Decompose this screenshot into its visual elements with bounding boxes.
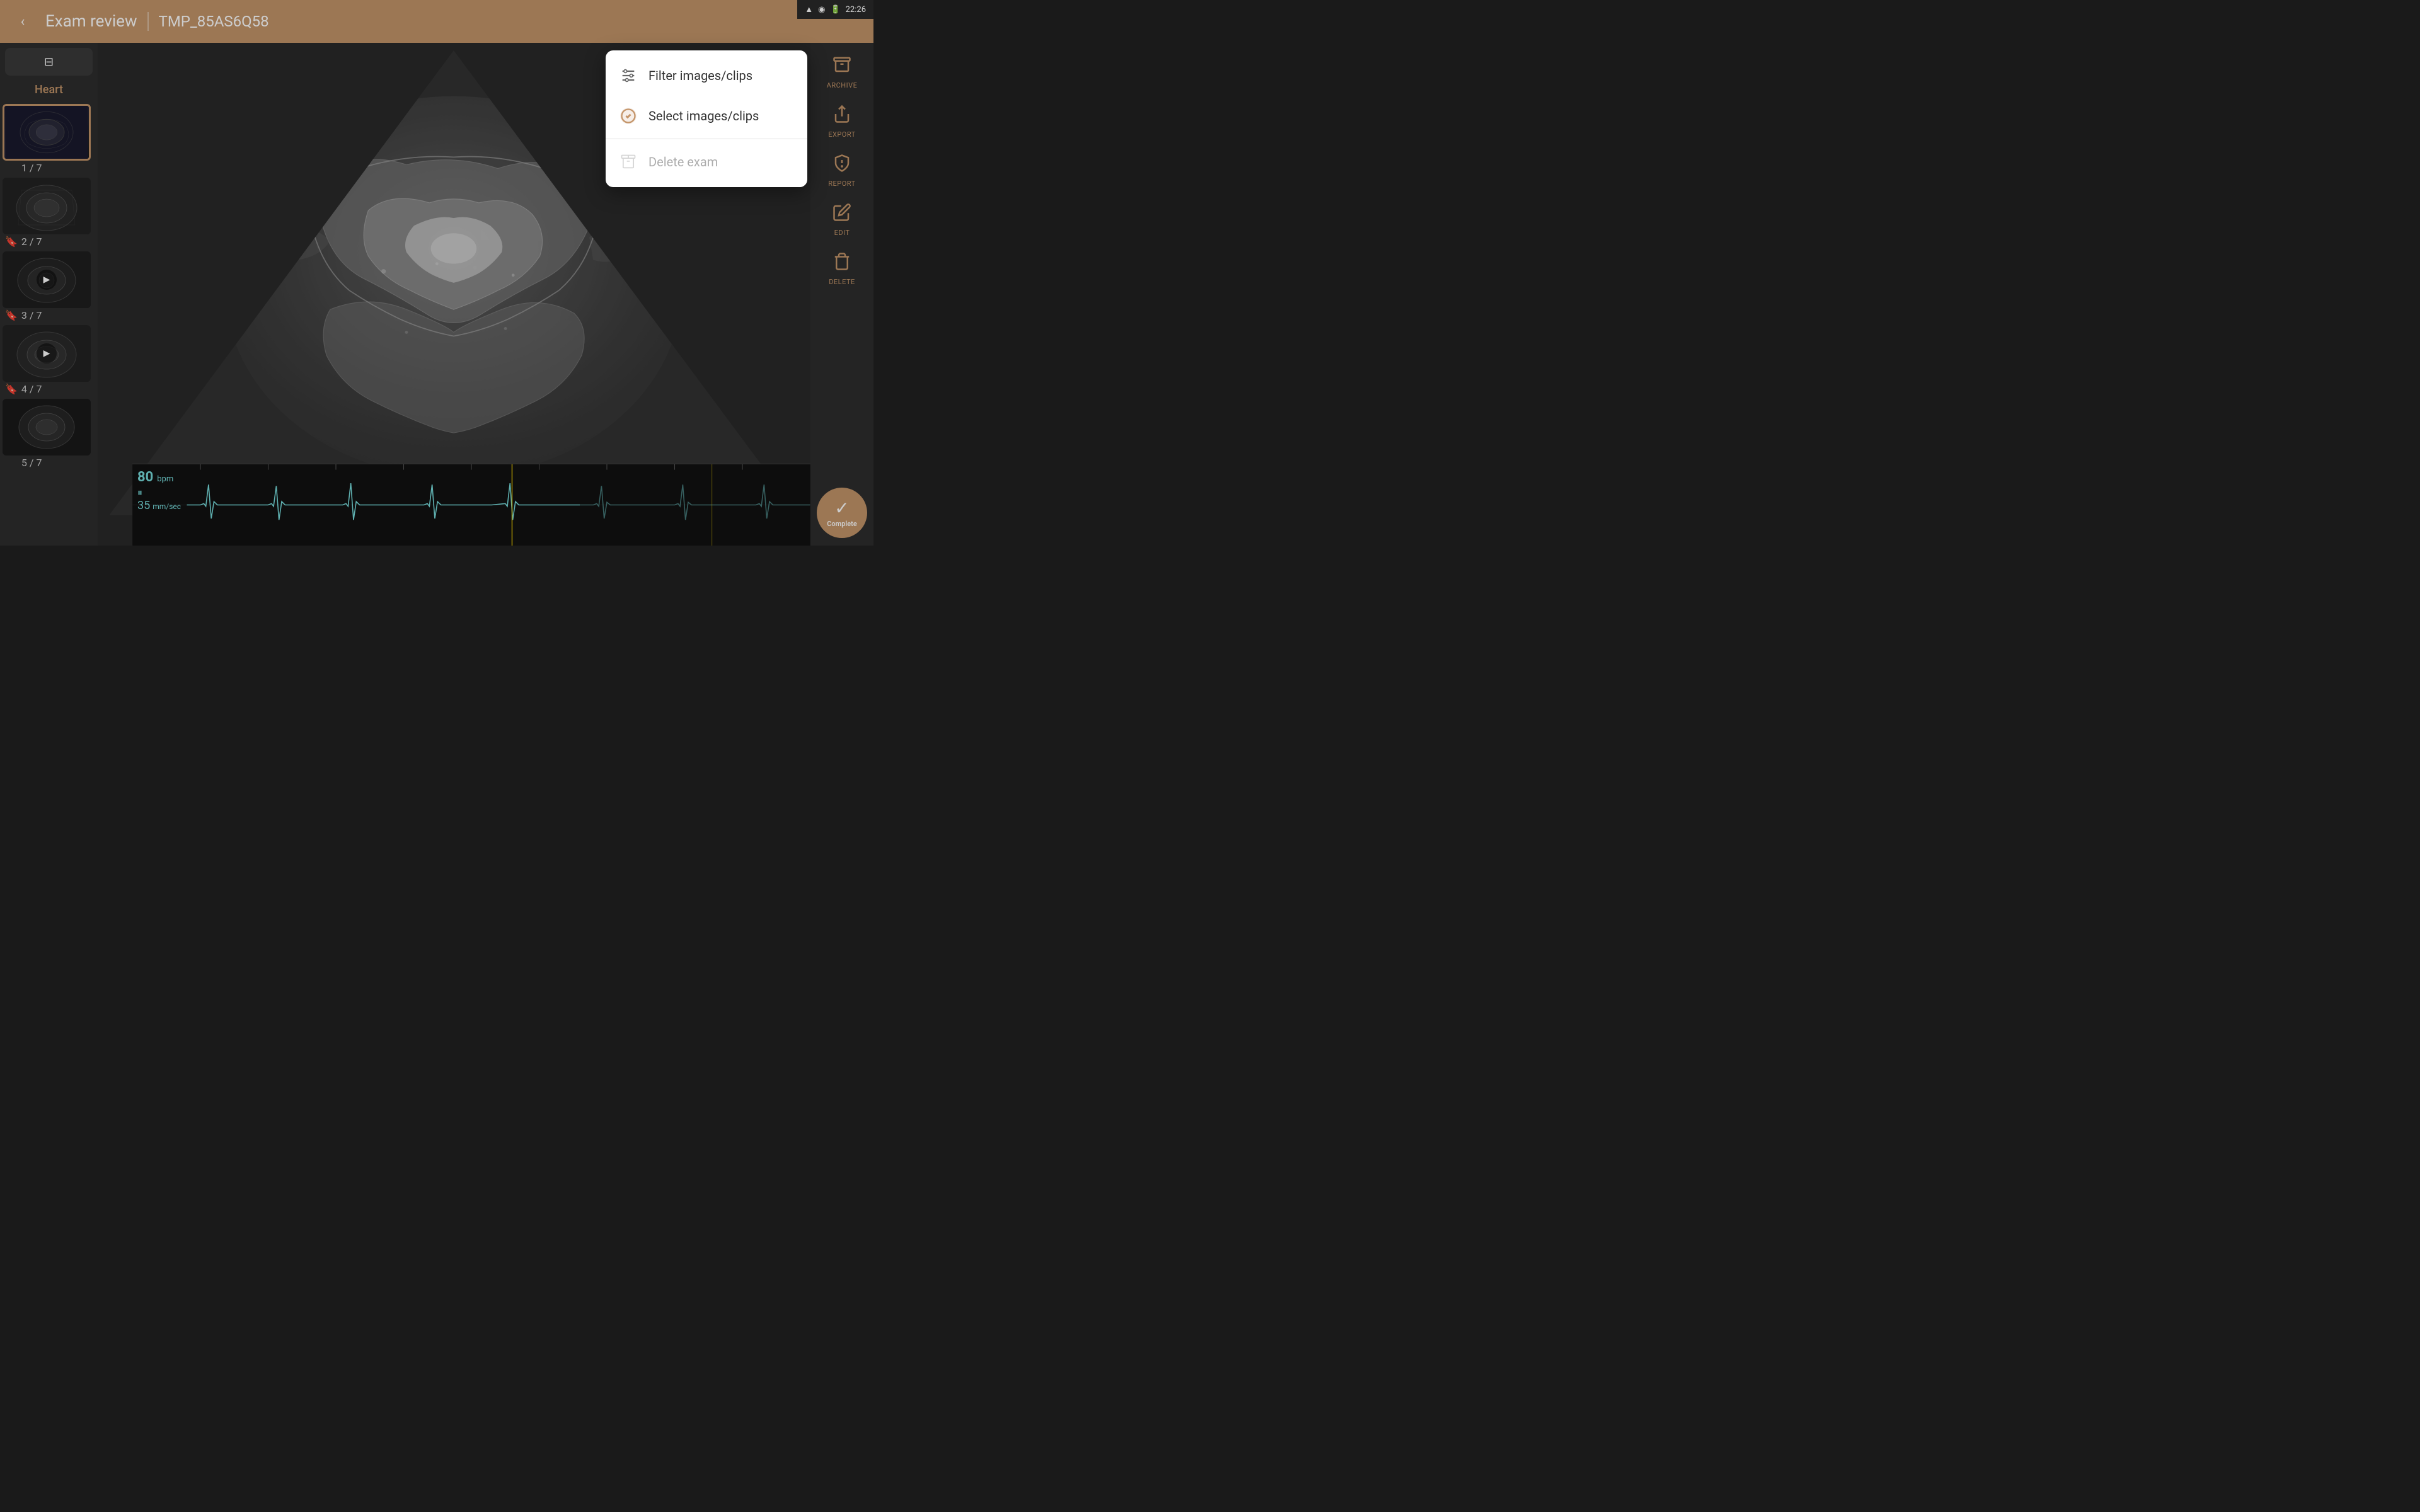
archive-action[interactable]: ARCHIVE <box>824 50 860 94</box>
thumbnail-image-5 <box>3 399 91 455</box>
thumbnail-counter-4: 🔖 4 / 7 <box>3 382 95 396</box>
patient-id: TMP_85AS6Q58 <box>159 13 269 30</box>
archive-icon <box>833 55 851 79</box>
thumbnail-item-3[interactable]: ▶ 🔖 3 / 7 <box>3 251 95 323</box>
report-action[interactable]: REPORT <box>826 149 858 193</box>
battery-icon: 🔋 <box>830 5 840 14</box>
header: ‹ Exam review TMP_85AS6Q58 <box>0 0 873 43</box>
bpm-unit: bpm <box>157 474 173 484</box>
thumbnail-image-1 <box>3 104 91 161</box>
complete-button[interactable]: ✓ Complete <box>817 488 867 538</box>
filter-button[interactable]: ⊟ <box>5 48 93 76</box>
thumbnail-counter-2: 🔖 2 / 7 <box>3 234 95 249</box>
bookmark-icon-4: 🔖 <box>5 383 18 395</box>
thumbnail-item-4[interactable]: ▶ 🔖 4 / 7 <box>3 325 95 396</box>
export-icon <box>833 105 851 128</box>
play-icon-4: ▶ <box>37 343 57 364</box>
section-label: Heart <box>0 81 98 101</box>
waveform-area: 80 bpm ⏸ 35 mm/sec <box>132 464 810 546</box>
thumbnail-image-3: ▶ <box>3 251 91 308</box>
thumbnail-item-1[interactable]: 🔖 1 / 7 <box>3 104 95 175</box>
dropdown-select-label: Select images/clips <box>648 108 759 123</box>
wifi-icon: ▲ <box>805 4 813 14</box>
back-arrow-icon: ‹ <box>21 14 25 30</box>
archive-label: ARCHIVE <box>827 81 858 89</box>
edit-icon <box>833 203 851 226</box>
waveform-info: 80 bpm ⏸ 35 mm/sec <box>137 469 181 512</box>
dropdown-delete-label: Delete exam <box>648 154 718 169</box>
delete-icon <box>833 252 851 275</box>
dropdown-item-delete[interactable]: Delete exam <box>606 142 807 182</box>
thumbnail-counter-5: 🔖 5 / 7 <box>3 455 95 470</box>
complete-check-icon: ✓ <box>834 498 849 518</box>
bookmark-icon-1: 🔖 <box>5 162 18 174</box>
thumbnail-counter-1: 🔖 1 / 7 <box>3 161 95 175</box>
play-icon-3: ▶ <box>37 270 57 290</box>
back-button[interactable]: ‹ <box>10 9 35 34</box>
page-title: Exam review <box>45 12 137 31</box>
check-circle-icon <box>618 106 638 126</box>
thumbnail-image-2 <box>3 178 91 234</box>
dropdown-menu: Filter images/clips Select images/clips … <box>606 50 807 187</box>
status-bar: ▲ ◉ 🔋 22:26 <box>797 0 873 19</box>
complete-label: Complete <box>827 520 857 528</box>
dropdown-item-filter[interactable]: Filter images/clips <box>606 55 807 96</box>
delete-label: DELETE <box>829 278 855 286</box>
report-icon <box>833 154 851 177</box>
report-label: REPORT <box>828 180 855 188</box>
bookmark-icon-2: 🔖 <box>5 236 18 248</box>
pause-symbol: ⏸ <box>137 486 181 499</box>
dropdown-filter-label: Filter images/clips <box>648 68 752 83</box>
edit-label: EDIT <box>834 229 850 237</box>
delete-action[interactable]: DELETE <box>826 247 858 291</box>
bpm-value: 80 <box>137 469 153 485</box>
ecg-waveform-svg <box>132 464 810 546</box>
bookmark-icon-3: 🔖 <box>5 309 18 321</box>
dropdown-item-select[interactable]: Select images/clips <box>606 96 807 136</box>
filter-icon <box>618 66 638 86</box>
thumbnail-list: 🔖 1 / 7 🔖 2 / 7 <box>0 101 98 546</box>
header-divider <box>147 12 149 31</box>
signal-icon: ◉ <box>818 5 825 14</box>
time-display: 22:26 <box>846 5 866 14</box>
speed-value: 35 <box>137 499 150 512</box>
thumbnail-image-4: ▶ <box>3 325 91 382</box>
thumbnail-counter-3: 🔖 3 / 7 <box>3 308 95 323</box>
edit-action[interactable]: EDIT <box>830 198 854 242</box>
export-label: EXPORT <box>828 130 856 139</box>
delete-exam-icon <box>618 152 638 172</box>
thumbnail-item-5[interactable]: 🔖 5 / 7 <box>3 399 95 470</box>
left-sidebar: ⊟ Heart 🔖 1 / 7 <box>0 43 98 546</box>
speed-unit: mm/sec <box>153 502 181 511</box>
export-action[interactable]: EXPORT <box>826 100 858 144</box>
filter-sliders-icon: ⊟ <box>44 55 54 69</box>
right-sidebar: ARCHIVE EXPORT <box>810 43 873 546</box>
thumbnail-item-2[interactable]: 🔖 2 / 7 <box>3 178 95 249</box>
